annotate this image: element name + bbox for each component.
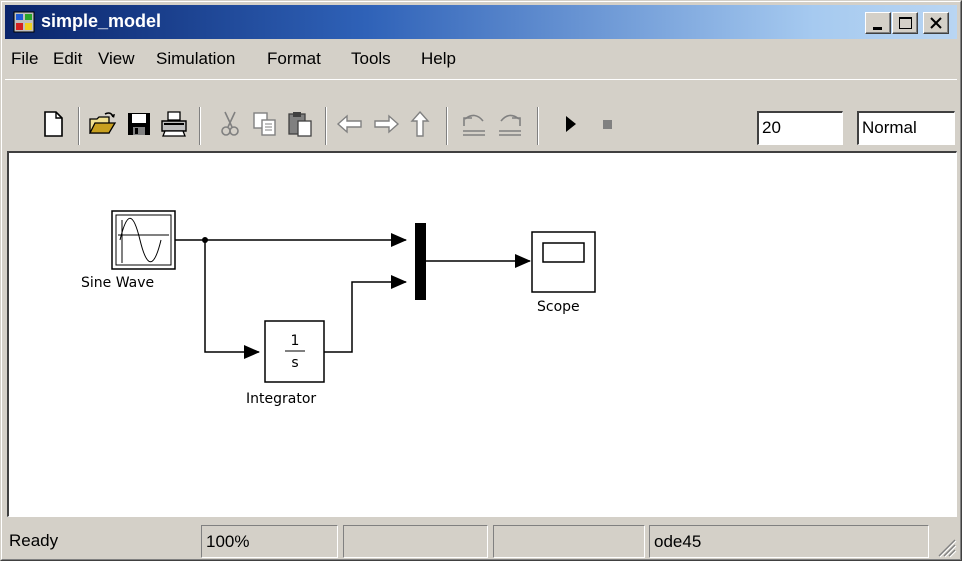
title-bar[interactable]: simple_model — [5, 5, 957, 39]
print-button[interactable] — [159, 109, 189, 139]
sine-wave-block[interactable] — [111, 210, 176, 270]
menu-view[interactable]: View — [98, 42, 135, 76]
menu-tools[interactable]: Tools — [351, 42, 391, 76]
status-pane-4 — [493, 525, 645, 558]
up-button[interactable] — [405, 109, 435, 139]
toolbar: 20 Normal — [5, 81, 957, 149]
start-simulation-icon — [566, 116, 576, 132]
up-icon — [410, 110, 430, 137]
integrator-numerator: 1 — [291, 333, 300, 349]
mux-block[interactable] — [415, 223, 426, 300]
undo-button[interactable] — [459, 109, 489, 139]
status-pane-3 — [343, 525, 488, 558]
simulink-model-icon — [13, 11, 35, 33]
block-diagram: Sine Wave 1 s Integrator Scope — [81, 210, 596, 407]
minimize-icon — [873, 27, 882, 30]
resize-grip-icon[interactable] — [935, 536, 957, 558]
toolbar-separator — [199, 107, 201, 145]
scope-label: Scope — [537, 299, 580, 315]
close-icon — [930, 17, 942, 29]
forward-icon — [374, 114, 400, 134]
stop-time-input[interactable]: 20 — [757, 111, 843, 145]
status-state: Ready — [9, 531, 59, 550]
signal-line[interactable] — [204, 240, 260, 359]
copy-icon — [253, 112, 276, 136]
save-button[interactable] — [124, 109, 154, 139]
menu-edit[interactable]: Edit — [53, 42, 82, 76]
status-solver: ode45 — [649, 525, 929, 558]
toolbar-separator — [537, 107, 539, 145]
branch-point — [202, 237, 208, 243]
paste-button[interactable] — [285, 109, 315, 139]
start-simulation-button[interactable] — [556, 109, 586, 139]
stop-simulation-button[interactable] — [592, 109, 622, 139]
maximize-icon — [899, 17, 912, 29]
open-button[interactable] — [87, 109, 117, 139]
window-title: simple_model — [41, 11, 162, 31]
undo-icon — [463, 114, 485, 136]
menu-format[interactable]: Format — [267, 42, 321, 76]
cut-icon — [221, 111, 239, 136]
save-icon — [128, 113, 150, 135]
integrator-denominator: s — [291, 355, 298, 371]
model-canvas[interactable]: Sine Wave 1 s Integrator Scope — [7, 151, 957, 517]
redo-icon — [499, 114, 521, 136]
scope-screen-icon — [542, 242, 585, 263]
back-icon — [336, 114, 362, 134]
scope-block[interactable] — [531, 231, 596, 293]
integrator-block[interactable] — [264, 320, 325, 383]
sine-wave-label: Sine Wave — [81, 275, 154, 291]
paste-icon — [288, 112, 312, 137]
back-button[interactable] — [335, 109, 365, 139]
status-zoom: 100% — [201, 525, 338, 558]
minimize-button[interactable] — [865, 12, 891, 34]
menu-bar: File Edit View Simulation Format Tools H… — [5, 42, 957, 76]
model-window: simple_model File Edit View Simulation F… — [0, 0, 962, 561]
status-bar: Ready 100% ode45 — [5, 522, 957, 558]
new-model-icon — [44, 111, 63, 137]
toolbar-separator — [78, 107, 80, 145]
toolbar-separator — [446, 107, 448, 145]
signal-line[interactable] — [324, 275, 407, 353]
print-icon — [161, 111, 187, 137]
integrator-label: Integrator — [246, 391, 316, 407]
maximize-button[interactable] — [892, 12, 918, 34]
simulation-mode-select[interactable]: Normal — [857, 111, 955, 145]
menu-file[interactable]: File — [11, 42, 38, 76]
close-button[interactable] — [923, 12, 949, 34]
signal-lines — [175, 233, 531, 359]
toolbar-separator — [325, 107, 327, 145]
menu-simulation[interactable]: Simulation — [156, 42, 235, 76]
toolbar-divider — [5, 79, 957, 80]
cut-button[interactable] — [215, 109, 245, 139]
new-model-button[interactable] — [39, 109, 69, 139]
stop-simulation-icon — [603, 120, 612, 129]
menu-help[interactable]: Help — [421, 42, 456, 76]
copy-button[interactable] — [250, 109, 280, 139]
forward-button[interactable] — [371, 109, 401, 139]
open-folder-icon — [88, 112, 117, 134]
redo-button[interactable] — [495, 109, 525, 139]
